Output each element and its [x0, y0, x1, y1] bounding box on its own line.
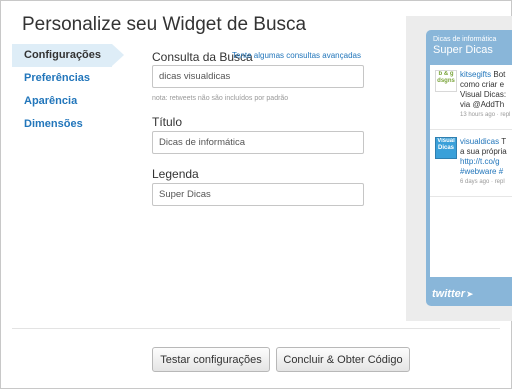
caption-label: Legenda — [152, 167, 199, 181]
title-input[interactable] — [152, 131, 364, 154]
tweet-item: b & g dsgns kitsegifts Bot como criar e … — [430, 65, 512, 130]
tweet-text: kitsegifts Bot como criar e Visual Dicas… — [460, 70, 510, 120]
nav-item-preferencias[interactable]: Preferências — [12, 67, 116, 90]
query-input[interactable] — [152, 65, 364, 88]
tweet-line: T — [501, 137, 507, 146]
tweet-item: Visual Dicas visualdicas T a sua própria… — [430, 132, 512, 197]
query-label-row: Consulta da Busca Tente algumas consulta… — [152, 48, 362, 64]
widget-tweet-list: b & g dsgns kitsegifts Bot como criar e … — [430, 65, 512, 277]
tweet-text: visualdicas T a sua própria http://t.co/… — [460, 137, 507, 187]
query-field: Consulta da Busca Tente algumas consulta… — [152, 48, 364, 102]
tweet-meta: 13 hours ago · repl — [460, 112, 511, 118]
tweet-line: como criar e — [460, 80, 505, 89]
tweet-avatar: Visual Dicas — [435, 137, 457, 159]
tweet-avatar: b & g dsgns — [435, 70, 457, 92]
tweet-line: Visual Dicas: — [460, 90, 507, 99]
settings-nav: Configurações Preferências Aparência Dim… — [12, 44, 124, 136]
caption-input[interactable] — [152, 183, 364, 206]
widget-header: Dicas de informática Super Dicas — [426, 30, 512, 64]
page-title: Personalize seu Widget de Busca — [22, 14, 307, 35]
tweet-meta: 6 days ago · repl — [460, 179, 505, 185]
twitter-logo-text: twitter — [432, 288, 465, 300]
tweet-username[interactable]: kitsegifts — [460, 70, 491, 79]
nav-item-configuracoes[interactable]: Configurações — [12, 44, 124, 67]
finish-get-code-button[interactable]: Concluir & Obter Código — [276, 347, 410, 372]
retweets-note: nota: retweets não são incluídos por pad… — [152, 95, 289, 102]
tweet-username[interactable]: visualdicas — [460, 137, 499, 146]
advanced-queries-link[interactable]: Tente algumas consultas avançadas — [232, 51, 361, 60]
twitter-logo: twitter➤ — [432, 288, 474, 300]
title-label: Título — [152, 115, 183, 129]
tweet-line: Bot — [493, 70, 506, 79]
caption-field: Legenda — [152, 167, 364, 206]
widget-header-subtitle: Dicas de informática — [433, 36, 497, 43]
tweet-link[interactable]: http://t.co/g — [460, 157, 507, 167]
separator — [12, 328, 500, 329]
tweet-hashtags[interactable]: #webware # — [460, 167, 507, 177]
bird-icon: ➤ — [466, 289, 474, 299]
test-settings-button[interactable]: Testar configurações — [152, 347, 270, 372]
tweet-line: via @AddTh — [460, 100, 505, 109]
widget-preview: Dicas de informática Super Dicas b & g d… — [426, 30, 512, 306]
tweet-line: a sua própria — [460, 147, 507, 156]
widget-header-title: Super Dicas — [433, 44, 493, 56]
settings-form: Consulta da Busca Tente algumas consulta… — [152, 48, 364, 206]
nav-item-dimensoes[interactable]: Dimensões — [12, 113, 116, 136]
nav-item-aparencia[interactable]: Aparência — [12, 90, 116, 113]
title-field: Título — [152, 115, 364, 154]
